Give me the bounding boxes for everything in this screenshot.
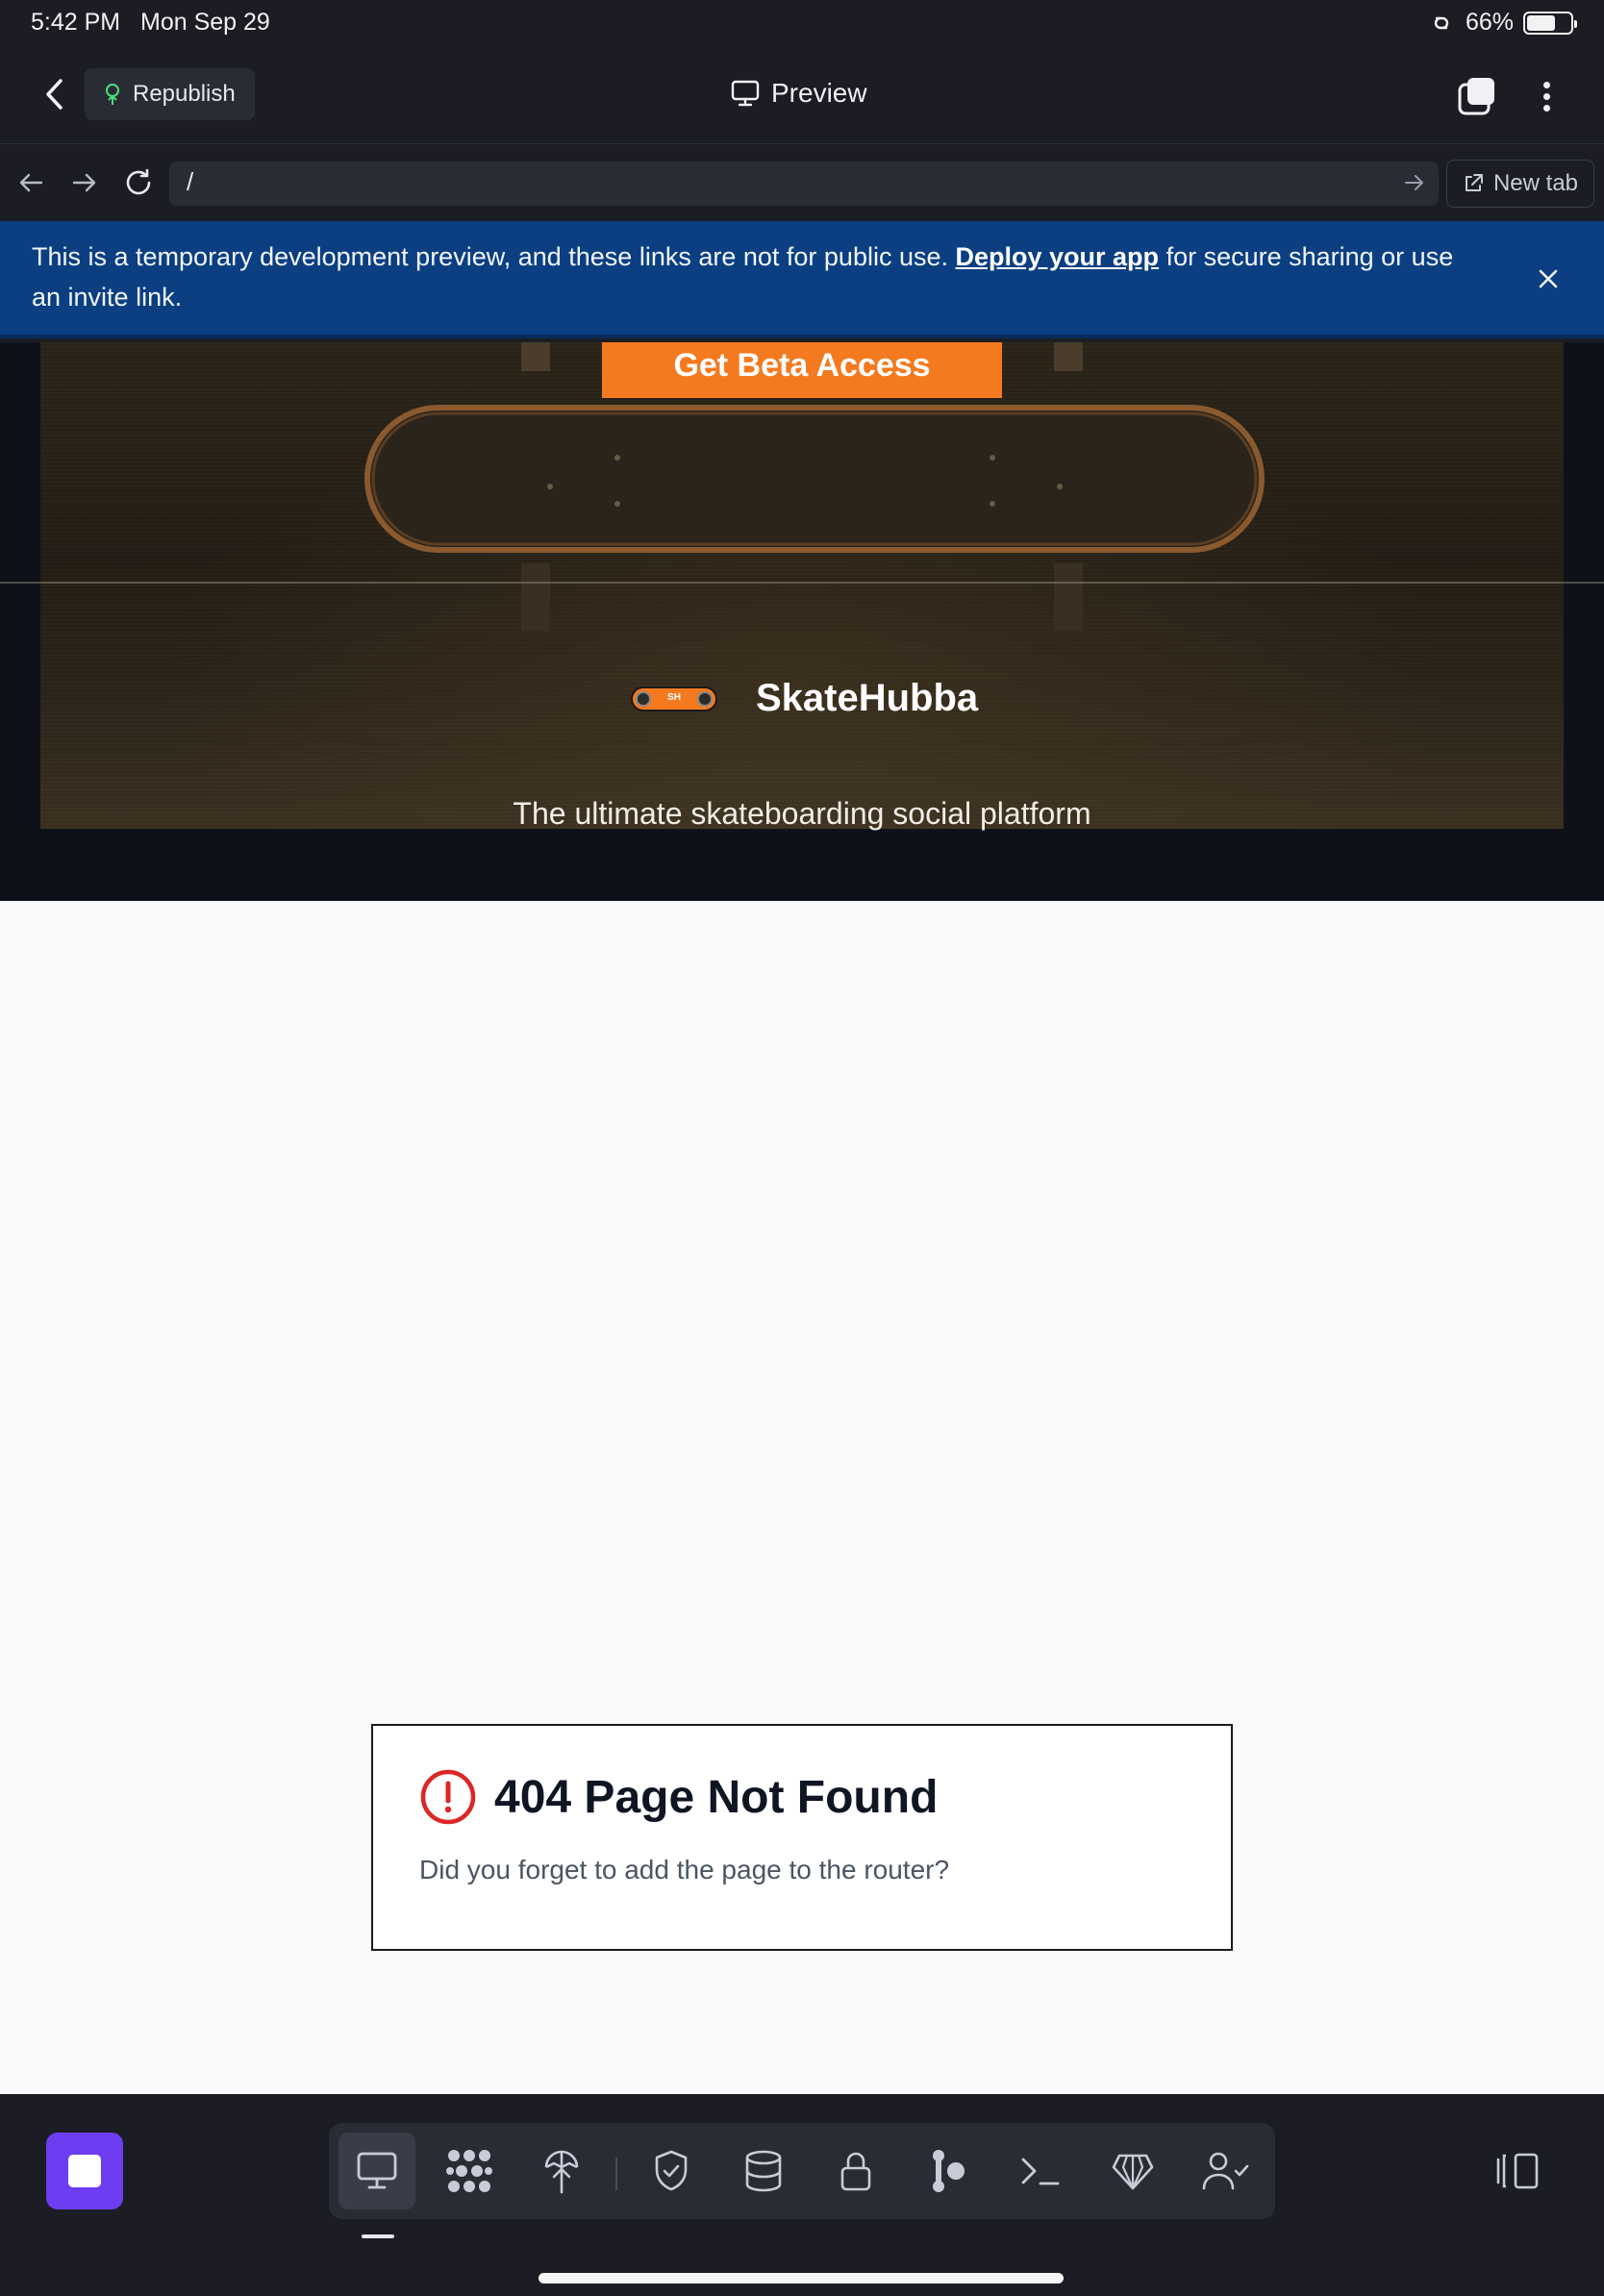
new-tab-label: New tab bbox=[1492, 170, 1579, 196]
alert-circle-icon bbox=[420, 1769, 476, 1825]
deploy-icon bbox=[106, 84, 119, 105]
tabs-icon bbox=[1458, 78, 1494, 115]
deploy-tool[interactable] bbox=[523, 2133, 600, 2209]
deploy-app-link[interactable]: Deploy your app bbox=[956, 242, 1160, 271]
skateboard-logo-icon: SH bbox=[631, 686, 717, 711]
deploy-icon bbox=[544, 2150, 579, 2194]
split-panel-button[interactable] bbox=[1491, 2148, 1544, 2194]
error-title: 404 Page Not Found bbox=[494, 1771, 939, 1823]
agent-tool[interactable] bbox=[1094, 2133, 1171, 2209]
git-icon bbox=[933, 2150, 965, 2192]
not-found-title: 404 Page Not Found bbox=[419, 1768, 1185, 1826]
external-link-icon bbox=[1465, 174, 1483, 191]
database-tool[interactable] bbox=[725, 2133, 802, 2209]
brand-name: SkateHubba bbox=[756, 677, 979, 719]
url-input[interactable]: / bbox=[169, 162, 1439, 206]
battery-icon bbox=[1523, 11, 1577, 35]
status-date: Mon Sep 29 bbox=[140, 9, 270, 36]
dot bbox=[1542, 81, 1550, 88]
republish-button[interactable]: Republish bbox=[85, 68, 255, 120]
banner-text: This is a temporary development preview,… bbox=[32, 242, 948, 271]
link-icon bbox=[1434, 16, 1449, 29]
chevron-left-icon bbox=[46, 79, 63, 110]
users-tool[interactable] bbox=[1187, 2133, 1264, 2209]
divider bbox=[0, 582, 1604, 584]
arrow-right-icon bbox=[72, 173, 96, 192]
more-options-button[interactable] bbox=[1527, 73, 1566, 119]
stop-button[interactable] bbox=[46, 2133, 123, 2209]
tool-separator bbox=[615, 2158, 617, 2190]
get-beta-access-button[interactable]: Get Beta Access bbox=[602, 342, 1002, 398]
url-bar: / New tab bbox=[0, 144, 1604, 221]
error-message: Did you forget to add the page to the ro… bbox=[419, 1855, 950, 1884]
bottom-dock bbox=[0, 2094, 1604, 2296]
go-arrow-icon[interactable] bbox=[1404, 169, 1425, 196]
hero-image bbox=[40, 342, 1564, 829]
user-check-icon bbox=[1202, 2152, 1249, 2190]
dot bbox=[1542, 92, 1550, 100]
split-panel-icon bbox=[1496, 2153, 1539, 2189]
apps-tool[interactable] bbox=[431, 2133, 508, 2209]
stop-icon bbox=[68, 2155, 101, 2187]
skateboard-illustration bbox=[364, 342, 1265, 631]
monitor-icon bbox=[731, 80, 760, 107]
status-bar: 5:42 PM Mon Sep 29 66% bbox=[0, 0, 1604, 46]
dot bbox=[1542, 104, 1550, 112]
not-found-card: 404 Page Not Found Did you forget to add… bbox=[371, 1724, 1233, 1951]
new-tab-button[interactable]: New tab bbox=[1446, 160, 1594, 208]
reload-icon bbox=[126, 168, 151, 195]
database-icon bbox=[745, 2150, 782, 2192]
wheel bbox=[697, 690, 713, 707]
preview-icon bbox=[357, 2152, 397, 2189]
git-tool[interactable] bbox=[910, 2133, 987, 2209]
preview-tool[interactable] bbox=[338, 2133, 415, 2209]
tool-bar bbox=[329, 2123, 1275, 2219]
home-indicator[interactable] bbox=[539, 2273, 1064, 2284]
dev-preview-banner: This is a temporary development preview,… bbox=[0, 221, 1604, 338]
active-tool-indicator bbox=[362, 2234, 394, 2238]
secrets-tool[interactable] bbox=[817, 2133, 894, 2209]
hero-section: Get Beta Access SH SkateHubba The ultima… bbox=[0, 342, 1604, 901]
tagline: The ultimate skateboarding social platfo… bbox=[513, 796, 1091, 831]
security-tool[interactable] bbox=[633, 2133, 710, 2209]
banner-close-button[interactable] bbox=[1529, 260, 1567, 298]
back-button[interactable] bbox=[33, 73, 75, 115]
apps-icon bbox=[446, 2150, 492, 2192]
lock-icon bbox=[840, 2152, 871, 2191]
workspace-toolbar: Republish Preview bbox=[0, 46, 1604, 144]
republish-label: Republish bbox=[133, 81, 236, 107]
terminal-icon bbox=[1021, 2158, 1060, 2185]
reload-button[interactable] bbox=[119, 163, 158, 202]
close-icon bbox=[1539, 269, 1558, 288]
battery-percent: 66% bbox=[1465, 9, 1514, 36]
preview-title: Preview bbox=[731, 78, 867, 109]
status-time: 5:42 PM bbox=[31, 9, 121, 36]
shell-tool[interactable] bbox=[1002, 2133, 1079, 2209]
brand: SH SkateHubba bbox=[631, 677, 978, 720]
preview-viewport: Get Beta Access SH SkateHubba The ultima… bbox=[0, 342, 1604, 2094]
battery-fill bbox=[1527, 14, 1556, 31]
url-text: / bbox=[187, 167, 194, 196]
nav-back-button[interactable] bbox=[12, 163, 50, 202]
security-icon bbox=[655, 2150, 688, 2191]
arrow-left-icon bbox=[19, 173, 43, 192]
status-right: 66% bbox=[1427, 9, 1577, 37]
preview-label: Preview bbox=[771, 78, 867, 108]
nav-forward-button[interactable] bbox=[65, 163, 104, 202]
agent-icon bbox=[1112, 2154, 1154, 2190]
tabs-button[interactable] bbox=[1456, 75, 1498, 117]
